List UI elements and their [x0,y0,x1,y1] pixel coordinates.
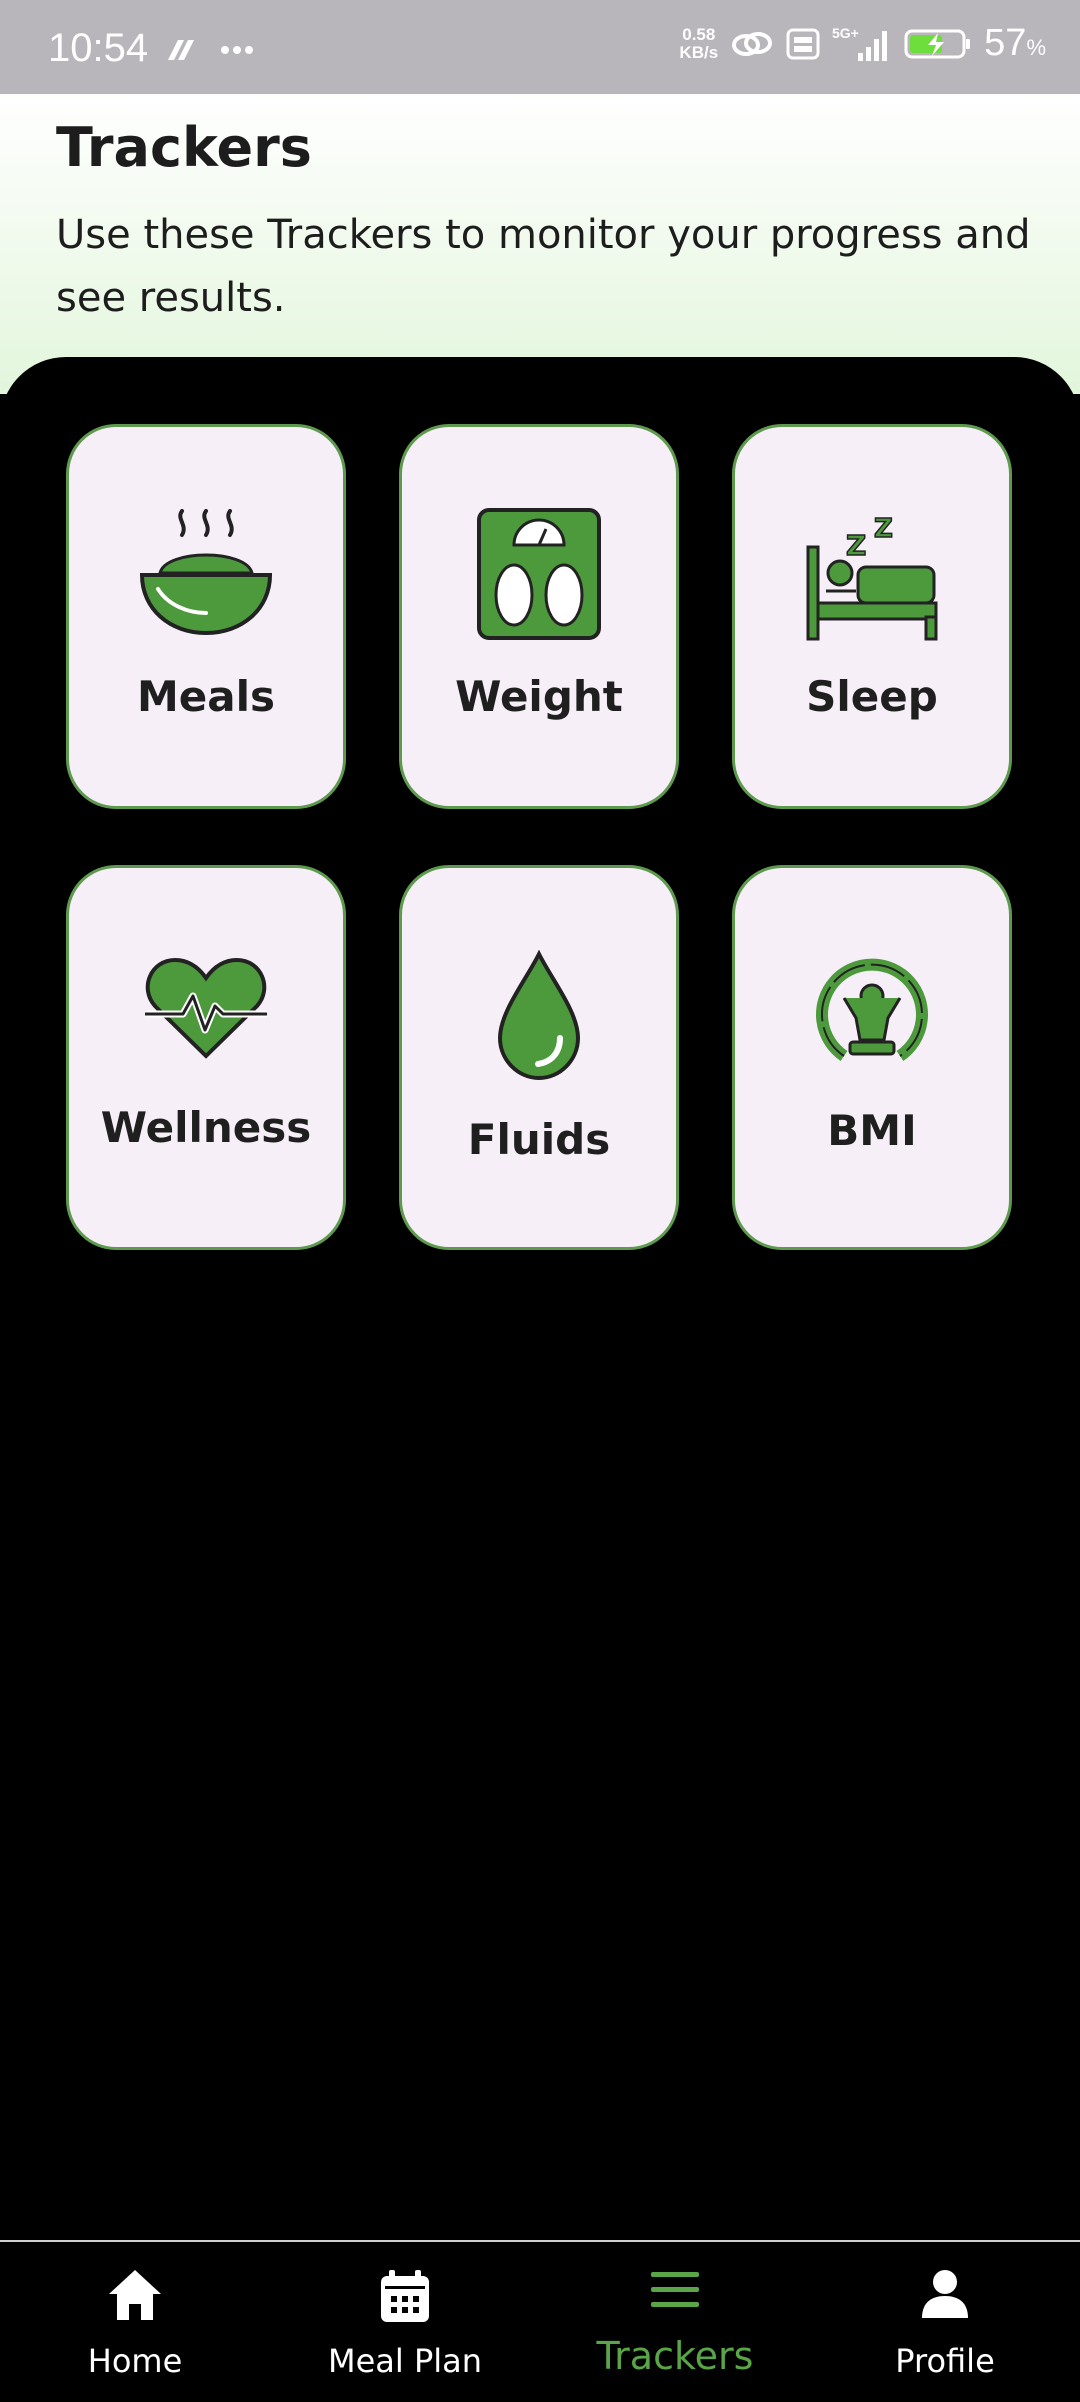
network-type: 5G+ [832,25,859,41]
nav-label: Home [87,2342,183,2380]
network-speed-value: 0.58 [682,24,716,44]
tracker-tile-weight[interactable]: Weight [399,424,679,809]
page-subtitle: Use these Trackers to monitor your progr… [56,212,1031,321]
volte-icon [786,28,820,59]
menu-icon [651,2272,699,2307]
nav-meal-plan[interactable]: Meal Plan [270,2242,540,2402]
battery-percent-value: 57 [984,22,1027,64]
tracker-tile-sleep[interactable]: Z Z Sleep [732,424,1012,809]
tracker-tile-fluids[interactable]: Fluids [399,865,679,1250]
tracker-label: Weight [455,672,623,721]
app-notification-icon [168,40,194,60]
nav-home[interactable]: Home [0,2242,270,2402]
network-speed: 0.58 KB/s [679,24,719,62]
profile-icon [922,2270,968,2318]
more-dots-icon [221,46,253,54]
link-icon [732,31,773,56]
home-icon [109,2270,161,2320]
page-header: Trackers Use these Trackers to monitor y… [0,94,1080,394]
status-notification-icons [162,34,254,66]
nav-label: Profile [895,2342,995,2380]
tracker-label: Wellness [100,1103,312,1152]
heart-pulse-icon [145,957,267,1059]
signal-icon: 5G+ [832,25,888,61]
tracker-label: Sleep [806,672,938,721]
trackers-panel: Meals Weight Z Z Sleep Wellness Fluids B… [0,357,1080,2240]
battery-percent-unit: % [1026,35,1046,60]
droplet-icon [497,950,581,1081]
nav-label: Meal Plan [327,2342,483,2380]
bowl-icon [139,509,273,636]
calendar-icon [381,2270,429,2322]
tracker-tile-meals[interactable]: Meals [66,424,346,809]
status-bar: 10:54 0.58 KB/s 5G+ 57% [0,0,1080,94]
tracker-tile-wellness[interactable]: Wellness [66,865,346,1250]
tracker-label: Fluids [467,1115,611,1164]
tracker-tile-bmi[interactable]: BMI [732,865,1012,1250]
bed-icon: Z Z [806,513,938,641]
svg-text:Z: Z [846,529,866,562]
nav-label: Trackers [596,2334,754,2378]
status-right-group: 0.58 KB/s 5G+ 57% [679,22,1046,65]
bmi-icon [816,958,928,1061]
nav-trackers[interactable]: Trackers [540,2242,810,2402]
nav-profile[interactable]: Profile [810,2242,1080,2402]
battery-percent: 57% [984,22,1046,65]
bottom-navigation: Home Meal Plan Trackers Profile [0,2240,1080,2402]
tracker-label: BMI [827,1106,917,1155]
svg-text:Z: Z [874,514,893,544]
scale-icon [477,508,601,640]
tracker-label: Meals [136,672,276,721]
status-time: 10:54 [48,26,149,70]
network-speed-unit: KB/s [679,42,719,62]
page-title: Trackers [56,116,312,179]
battery-icon [904,29,971,58]
